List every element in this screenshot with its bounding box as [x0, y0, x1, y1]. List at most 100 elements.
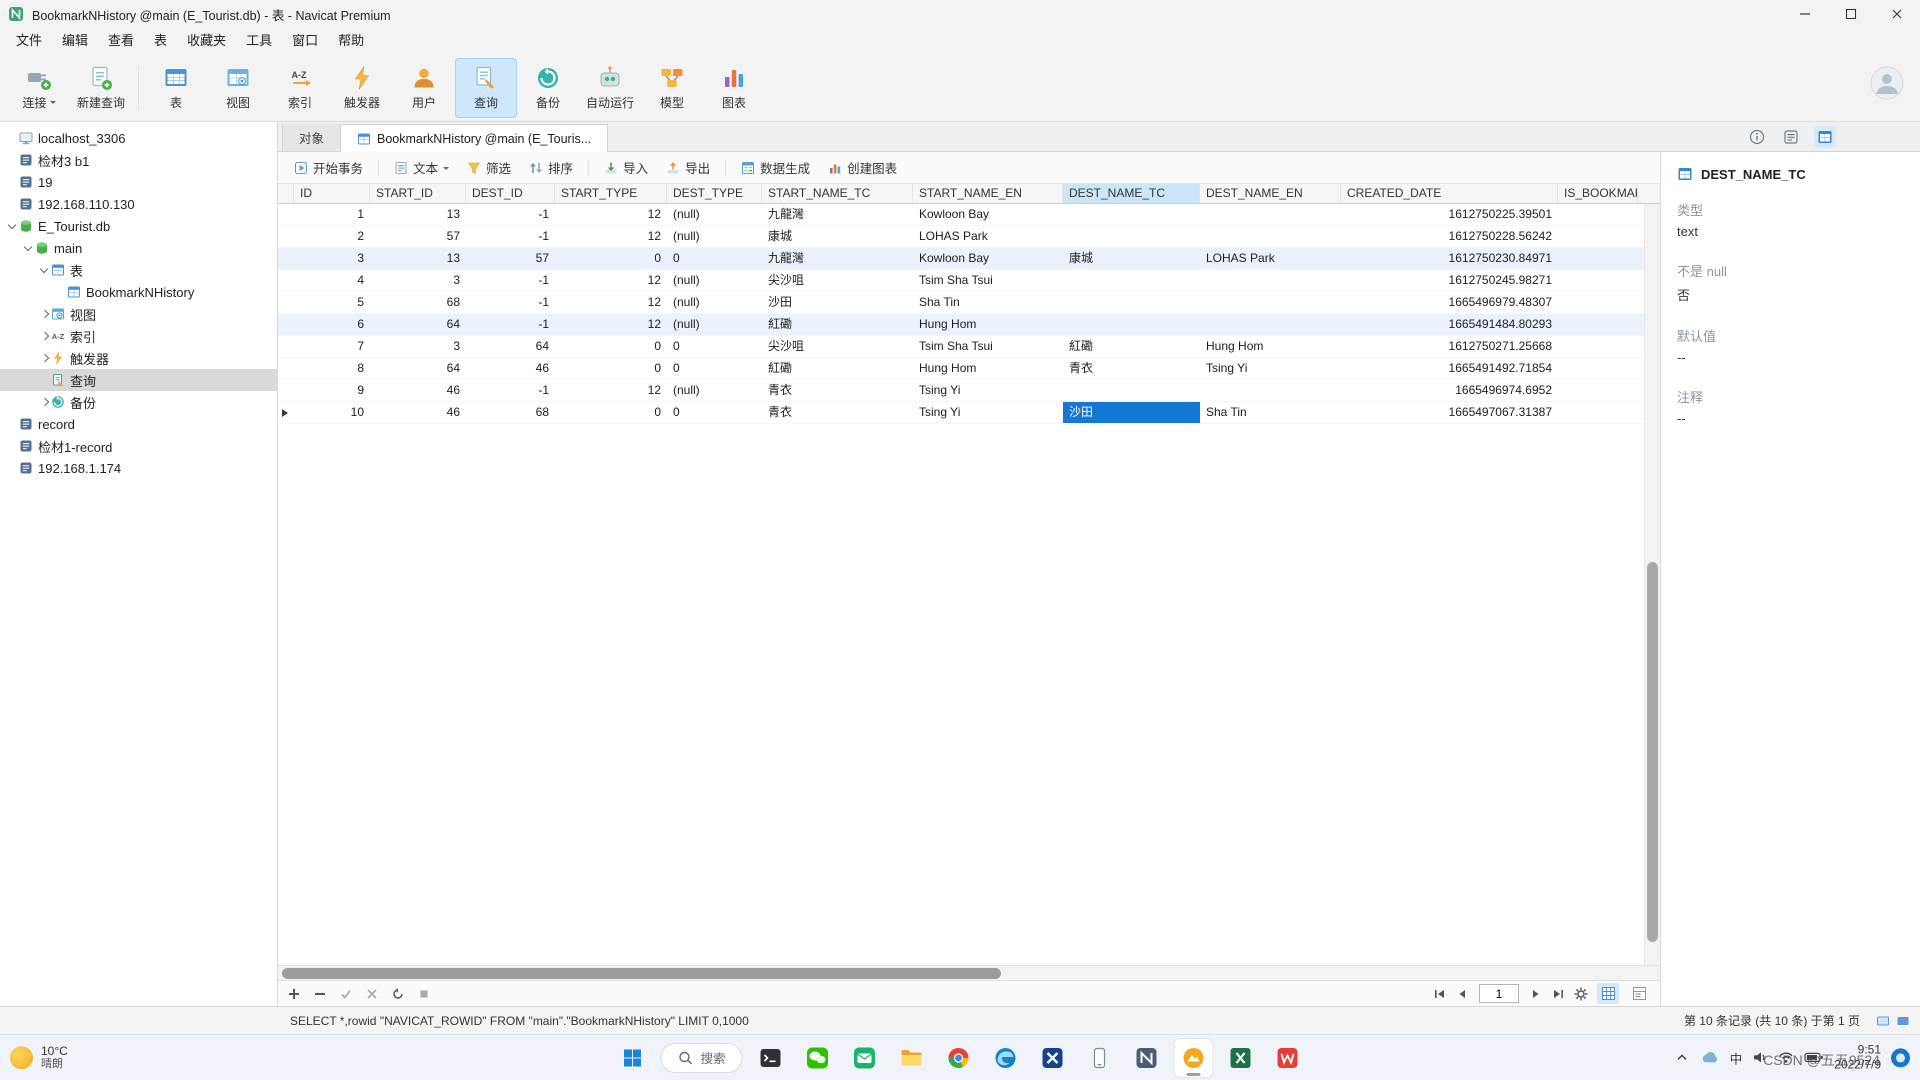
- cell-DEST_ID[interactable]: -1: [466, 314, 555, 335]
- cell-DEST_TYPE[interactable]: (null): [667, 292, 762, 313]
- taskbar-app-xapp[interactable]: [1034, 1039, 1072, 1077]
- apply-changes-button[interactable]: [340, 988, 352, 1000]
- sidebar-item-3[interactable]: 192.168.110.130: [0, 193, 277, 215]
- last-page-button[interactable]: [1551, 988, 1565, 1000]
- taskbar-app-terminal[interactable]: [752, 1039, 790, 1077]
- cell-DEST_NAME_TC[interactable]: [1063, 226, 1200, 247]
- chevron-up-icon[interactable]: [1674, 1050, 1690, 1066]
- sidebar-item-1[interactable]: 检材3 b1: [0, 149, 277, 171]
- previous-page-button[interactable]: [1456, 988, 1470, 1000]
- toolbar-backup-button[interactable]: 备份: [517, 58, 579, 118]
- menu-item-2[interactable]: 查看: [98, 30, 144, 52]
- cell-ID[interactable]: 5: [294, 292, 370, 313]
- column-header-START_NAME_EN[interactable]: START_NAME_EN: [913, 184, 1063, 203]
- column-header-DEST_ID[interactable]: DEST_ID: [466, 184, 555, 203]
- notification-badge[interactable]: [1891, 1048, 1910, 1067]
- cell-START_TYPE[interactable]: 0: [555, 336, 667, 357]
- cell-START_ID[interactable]: 3: [370, 336, 466, 357]
- toolbar-chart-button[interactable]: 图表: [703, 58, 765, 118]
- menu-item-3[interactable]: 表: [144, 30, 177, 52]
- taskbar-app-wechat[interactable]: [799, 1039, 837, 1077]
- sidebar-item-14[interactable]: 检材1-record: [0, 435, 277, 457]
- tree-arrow-icon[interactable]: [38, 396, 51, 409]
- cell-START_TYPE[interactable]: 0: [555, 248, 667, 269]
- grid-toolbar-filter-button[interactable]: 筛选: [459, 155, 519, 180]
- cell-DEST_ID[interactable]: 46: [466, 358, 555, 379]
- cell-DEST_NAME_EN[interactable]: [1200, 380, 1341, 401]
- cell-ID[interactable]: 10: [294, 402, 370, 423]
- cell-IS_BOOKMAR[interactable]: [1558, 292, 1638, 313]
- cell-START_NAME_EN[interactable]: Hung Hom: [913, 314, 1063, 335]
- sidebar-item-4[interactable]: E_Tourist.db: [0, 215, 277, 237]
- cell-DEST_NAME_TC[interactable]: [1063, 270, 1200, 291]
- toolbar-index-button[interactable]: A-Z索引: [269, 58, 331, 118]
- cell-START_ID[interactable]: 68: [370, 292, 466, 313]
- cell-ID[interactable]: 9: [294, 380, 370, 401]
- cell-START_NAME_TC[interactable]: 康城: [762, 226, 913, 247]
- column-header-START_NAME_TC[interactable]: START_NAME_TC: [762, 184, 913, 203]
- menu-item-6[interactable]: 窗口: [282, 30, 328, 52]
- discard-changes-button[interactable]: [366, 988, 378, 1000]
- cell-START_NAME_TC[interactable]: 沙田: [762, 292, 913, 313]
- clock[interactable]: 9:51 2022/7/9: [1834, 1042, 1881, 1073]
- refresh-button[interactable]: [392, 988, 404, 1000]
- tab-0[interactable]: 对象: [282, 124, 341, 151]
- next-page-button[interactable]: [1528, 988, 1542, 1000]
- network-icon[interactable]: [1778, 1050, 1794, 1066]
- cell-DEST_ID[interactable]: 64: [466, 336, 555, 357]
- cell-START_ID[interactable]: 13: [370, 248, 466, 269]
- cell-IS_BOOKMAR[interactable]: [1558, 314, 1638, 335]
- sidebar-item-12[interactable]: 备份: [0, 391, 277, 413]
- cell-DEST_NAME_EN[interactable]: LOHAS Park: [1200, 248, 1341, 269]
- menu-item-1[interactable]: 编辑: [52, 30, 98, 52]
- cell-ID[interactable]: 7: [294, 336, 370, 357]
- cell-CREATED_DATE[interactable]: 1665491484.80293: [1341, 314, 1558, 335]
- column-header-DEST_NAME_EN[interactable]: DEST_NAME_EN: [1200, 184, 1341, 203]
- toolbar-query-button[interactable]: 查询: [455, 58, 517, 118]
- panel-toggle-grid-panel-button[interactable]: [1814, 126, 1836, 148]
- sidebar-item-8[interactable]: 视图: [0, 303, 277, 325]
- sidebar-item-9[interactable]: A-Z索引: [0, 325, 277, 347]
- cell-IS_BOOKMAR[interactable]: [1558, 336, 1638, 357]
- cell-DEST_NAME_EN[interactable]: [1200, 226, 1341, 247]
- cell-DEST_NAME_TC[interactable]: 沙田: [1063, 402, 1200, 423]
- cell-START_ID[interactable]: 46: [370, 402, 466, 423]
- cell-CREATED_DATE[interactable]: 1665491492.71854: [1341, 358, 1558, 379]
- cell-IS_BOOKMAR[interactable]: [1558, 226, 1638, 247]
- toolbar-model-button[interactable]: 模型: [641, 58, 703, 118]
- grid-view-button[interactable]: [1597, 983, 1619, 1004]
- column-header-DEST_TYPE[interactable]: DEST_TYPE: [667, 184, 762, 203]
- cell-ID[interactable]: 6: [294, 314, 370, 335]
- column-header-IS_BOOKMAR[interactable]: IS_BOOKMAR: [1558, 184, 1638, 203]
- tab-1[interactable]: BookmarkNHistory @main (E_Touris...: [341, 124, 608, 152]
- menu-item-5[interactable]: 工具: [236, 30, 282, 52]
- cell-CREATED_DATE[interactable]: 1612750230.84971: [1341, 248, 1558, 269]
- first-page-button[interactable]: [1433, 988, 1447, 1000]
- cell-START_NAME_EN[interactable]: Kowloon Bay: [913, 204, 1063, 225]
- maximize-button[interactable]: [1828, 0, 1874, 28]
- tree-arrow-icon[interactable]: [6, 220, 19, 233]
- cell-START_ID[interactable]: 46: [370, 380, 466, 401]
- page-number-input[interactable]: [1479, 984, 1519, 1003]
- cell-CREATED_DATE[interactable]: 1665496979.48307: [1341, 292, 1558, 313]
- toolbar-connection-button[interactable]: 连接: [8, 58, 70, 118]
- sidebar-item-11[interactable]: 查询: [0, 369, 277, 391]
- sidebar-item-5[interactable]: main: [0, 237, 277, 259]
- cell-DEST_NAME_EN[interactable]: [1200, 314, 1341, 335]
- column-header-DEST_NAME_TC[interactable]: DEST_NAME_TC: [1063, 184, 1200, 203]
- toolbar-user-button[interactable]: 用户: [393, 58, 455, 118]
- cell-DEST_NAME_TC[interactable]: [1063, 204, 1200, 225]
- panel-toggle-ddl-button[interactable]: [1780, 126, 1802, 148]
- sidebar-item-6[interactable]: 表: [0, 259, 277, 281]
- cell-START_NAME_TC[interactable]: 青衣: [762, 380, 913, 401]
- menu-item-4[interactable]: 收藏夹: [177, 30, 236, 52]
- tree-arrow-icon[interactable]: [38, 330, 51, 343]
- vertical-scrollbar-thumb[interactable]: [1647, 562, 1658, 943]
- cell-CREATED_DATE[interactable]: 1665497067.31387: [1341, 402, 1558, 423]
- cell-DEST_NAME_TC[interactable]: 紅磡: [1063, 336, 1200, 357]
- cell-DEST_NAME_TC[interactable]: 青衣: [1063, 358, 1200, 379]
- cell-START_TYPE[interactable]: 12: [555, 204, 667, 225]
- sidebar-item-2[interactable]: 19: [0, 171, 277, 193]
- cell-START_NAME_TC[interactable]: 青衣: [762, 402, 913, 423]
- minimize-button[interactable]: [1782, 0, 1828, 28]
